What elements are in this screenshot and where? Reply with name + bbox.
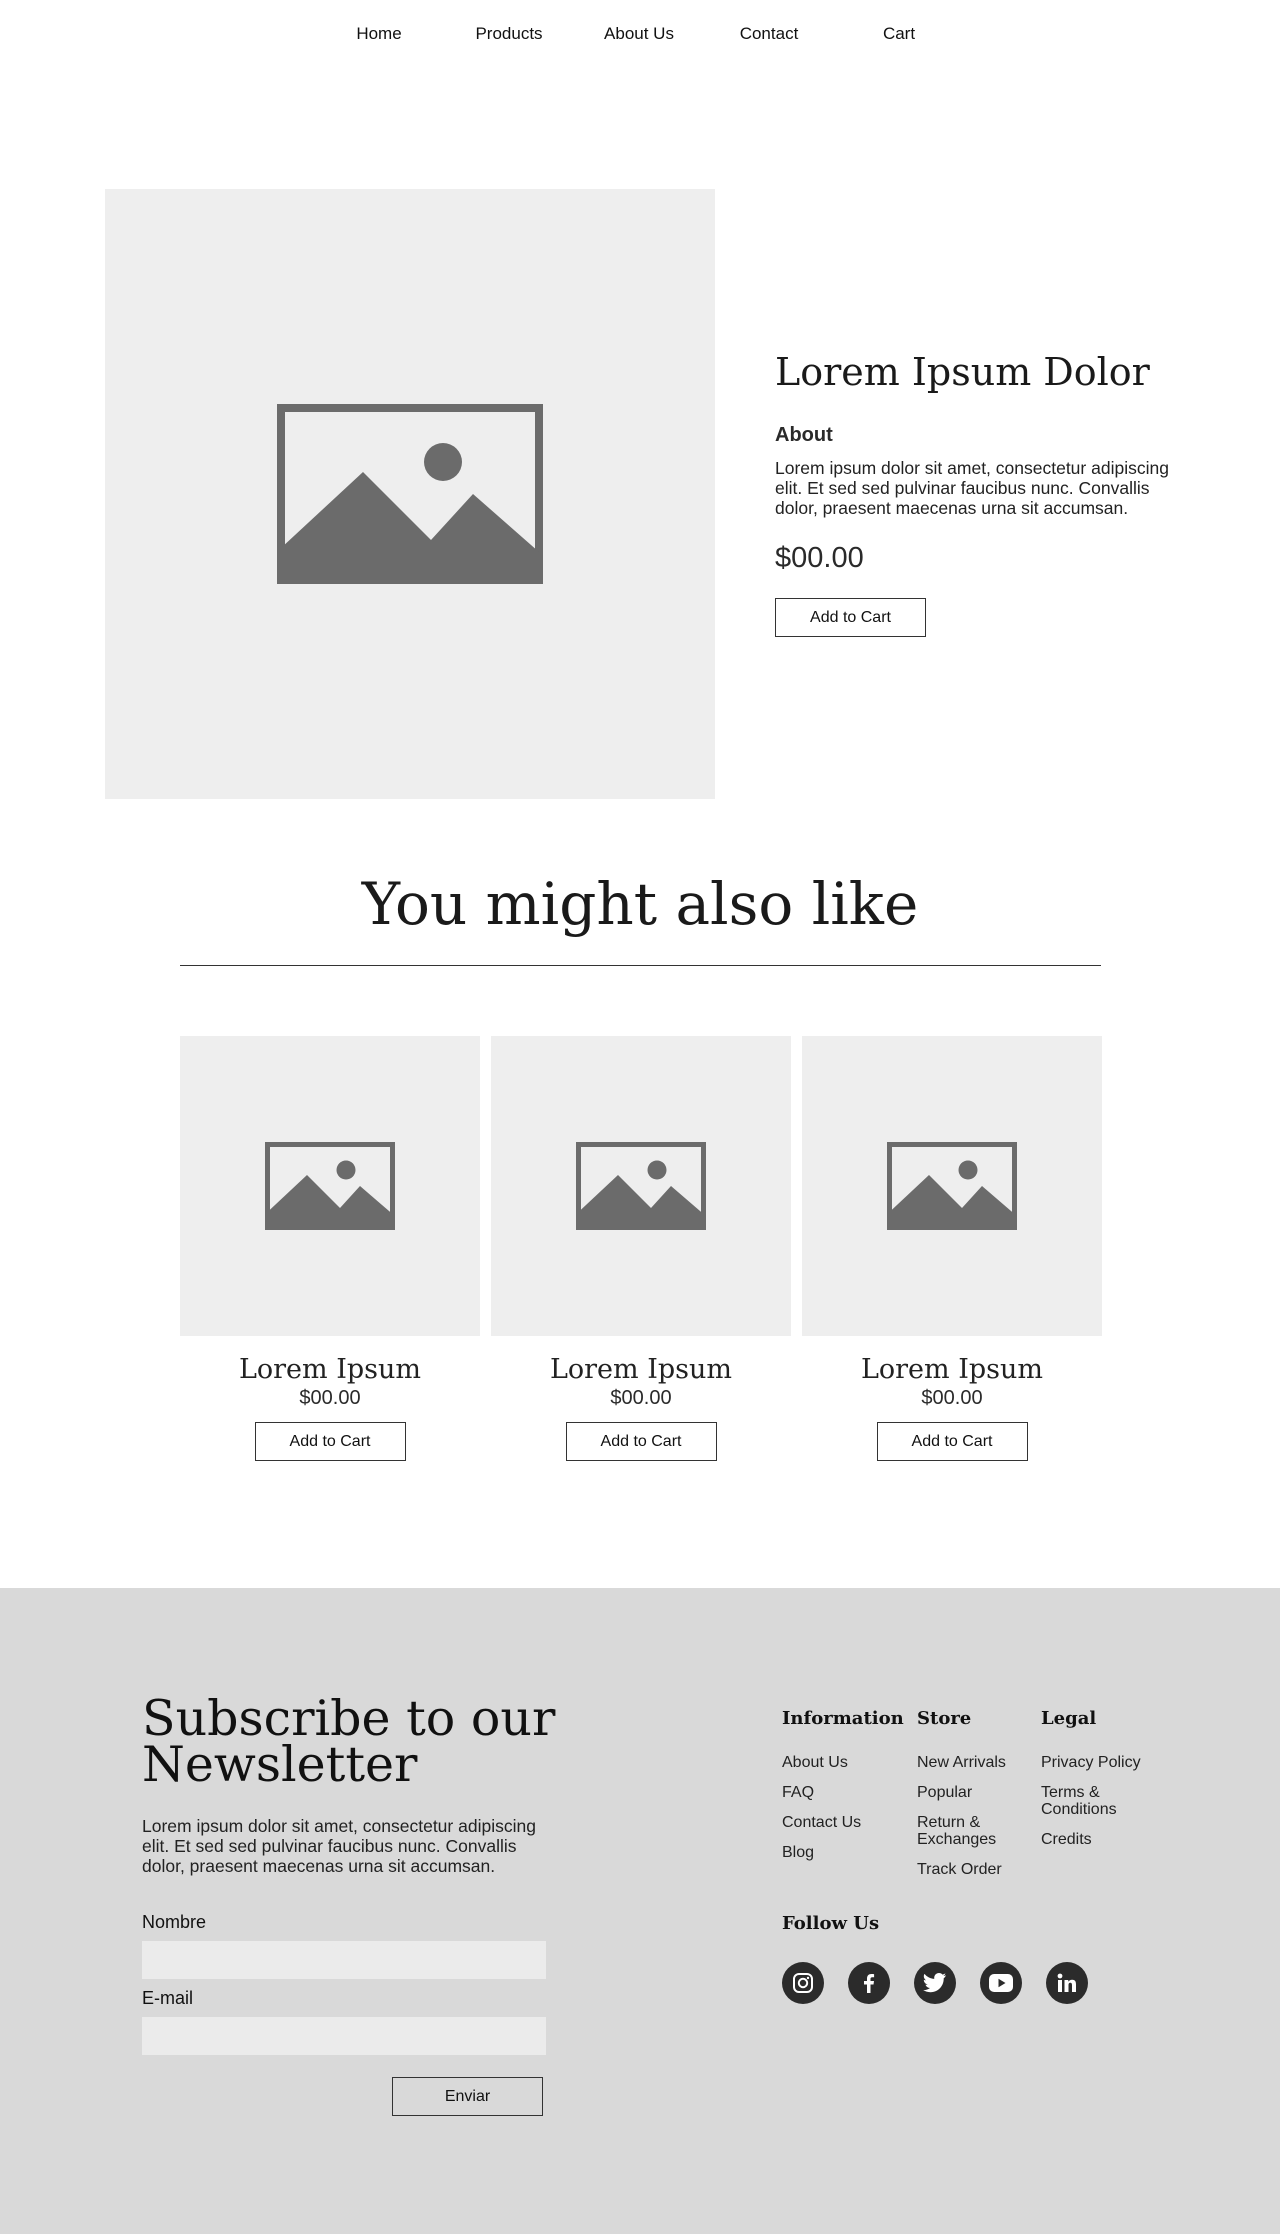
legal-heading: Legal [1041,1708,1097,1729]
product-description: Lorem ipsum dolor sit amet, consectetur … [775,458,1169,518]
nav-about-us[interactable]: About Us [604,24,674,44]
card-image [180,1036,480,1336]
store-heading: Store [917,1708,972,1729]
youtube-icon[interactable] [980,1962,1022,2004]
divider [180,965,1101,966]
information-links: About Us FAQ Contact Us Blog [782,1754,902,1874]
footer-link[interactable]: Terms & Conditions [1041,1784,1151,1818]
footer-link[interactable]: Contact Us [782,1814,902,1831]
twitter-icon[interactable] [914,1962,956,2004]
linkedin-icon[interactable] [1046,1962,1088,2004]
card-price: $00.00 [921,1387,983,1409]
footer: Subscribe to our Newsletter Lorem ipsum … [0,1588,1280,2234]
facebook-icon[interactable] [848,1962,890,2004]
newsletter-title: Subscribe to our Newsletter [142,1690,556,1793]
card-image [802,1036,1102,1336]
name-label: Nombre [142,1912,207,1932]
top-nav: Home Products About Us Contact Cart [0,0,1280,70]
product-card[interactable]: Lorem Ipsum $00.00 Add to Cart [180,1036,480,1461]
about-heading: About [775,424,833,446]
nav-home[interactable]: Home [356,24,401,44]
email-field[interactable] [142,2017,546,2055]
nav-contact[interactable]: Contact [740,24,799,44]
legal-links: Privacy Policy Terms & Conditions Credit… [1041,1754,1151,1861]
image-placeholder-icon [887,1142,1017,1230]
footer-link[interactable]: Privacy Policy [1041,1754,1151,1771]
card-add-to-cart-button[interactable]: Add to Cart [254,1422,406,1461]
footer-link[interactable]: FAQ [782,1784,902,1801]
footer-link[interactable]: New Arrivals [917,1754,1027,1771]
card-add-to-cart-button[interactable]: Add to Cart [565,1422,717,1461]
card-name: Lorem Ipsum [238,1354,422,1385]
follow-us-heading: Follow Us [782,1913,880,1934]
footer-link[interactable]: Return & Exchanges [917,1814,1027,1848]
product-card[interactable]: Lorem Ipsum $00.00 Add to Cart [491,1036,791,1461]
name-field[interactable] [142,1941,546,1979]
nav-cart[interactable]: Cart [883,24,915,44]
card-add-to-cart-button[interactable]: Add to Cart [876,1422,1028,1461]
card-price: $00.00 [610,1387,672,1409]
card-name: Lorem Ipsum [860,1354,1044,1385]
nav-products[interactable]: Products [475,24,542,44]
footer-link[interactable]: Track Order [917,1861,1027,1878]
card-name: Lorem Ipsum [549,1354,733,1385]
footer-link[interactable]: Credits [1041,1831,1151,1848]
footer-link[interactable]: About Us [782,1754,902,1771]
image-placeholder-icon [277,404,543,584]
add-to-cart-button[interactable]: Add to Cart [775,598,926,637]
newsletter-description: Lorem ipsum dolor sit amet, consectetur … [142,1816,536,1876]
information-heading: Information [782,1708,904,1729]
submit-button[interactable]: Enviar [392,2077,543,2116]
recommendations-title: You might also like [361,870,919,938]
card-price: $00.00 [299,1387,361,1409]
card-image [491,1036,791,1336]
image-placeholder-icon [265,1142,395,1230]
email-label: E-mail [142,1988,194,2008]
product-title: Lorem Ipsum Dolor [775,350,1150,394]
footer-link[interactable]: Blog [782,1844,902,1861]
product-price: $00.00 [775,542,864,574]
instagram-icon[interactable] [782,1962,824,2004]
image-placeholder-icon [576,1142,706,1230]
product-card[interactable]: Lorem Ipsum $00.00 Add to Cart [802,1036,1102,1461]
store-links: New Arrivals Popular Return & Exchanges … [917,1754,1027,1891]
footer-link[interactable]: Popular [917,1784,1027,1801]
product-image [105,189,715,799]
